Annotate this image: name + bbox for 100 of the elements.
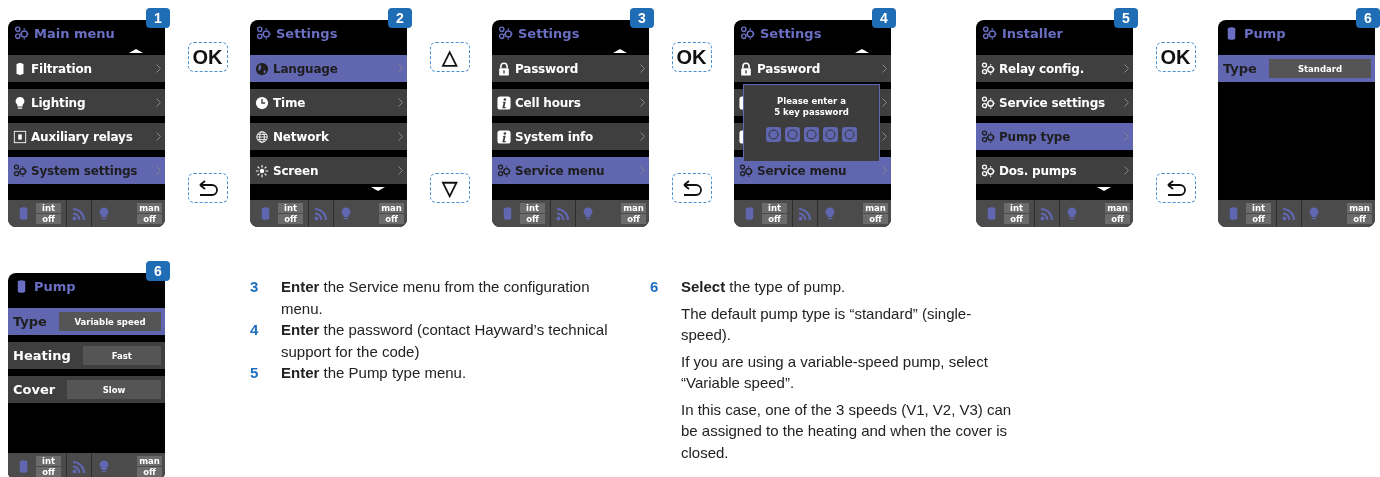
menu-row[interactable]: Auxiliary relays — [8, 123, 165, 150]
lock-icon — [739, 60, 753, 77]
state-label: off — [379, 214, 404, 224]
menu-row[interactable]: Screen — [250, 157, 407, 184]
chevron-icon — [398, 64, 403, 73]
chevron-icon — [640, 166, 645, 175]
menu-row[interactable]: Dos. pumps — [976, 157, 1133, 184]
mode-label: man — [1347, 203, 1372, 213]
wifi-icon — [72, 206, 86, 221]
mode-label: man — [137, 456, 162, 466]
screen-title: Settings — [760, 26, 822, 42]
menu-row[interactable]: Cell hours — [492, 89, 649, 116]
step-badge: 6 — [1356, 8, 1380, 28]
globe-icon — [255, 128, 269, 145]
step-number: 5 — [250, 363, 260, 383]
gears-icon — [497, 162, 511, 179]
back-button[interactable] — [671, 173, 712, 203]
mode-label: int — [762, 203, 787, 213]
chevron-icon — [1124, 166, 1129, 175]
step-badge: 1 — [146, 8, 170, 28]
mode-label: int — [278, 203, 303, 213]
step-badge: 6 — [146, 261, 170, 281]
menu-label: System info — [515, 129, 594, 144]
chevron-icon — [1124, 132, 1129, 141]
step-paragraph: If you are using a variable-speed pump, select “Variable speed”. — [681, 351, 989, 393]
state-label: off — [36, 467, 61, 477]
menu-label: System settings — [31, 163, 138, 178]
gears-icon — [739, 162, 753, 179]
step-text: Enter the Service menu from the configuration menu. — [281, 277, 591, 319]
setting-row[interactable]: Type Variable speed — [8, 308, 165, 335]
state-label: off — [1347, 214, 1372, 224]
chevron-icon — [640, 98, 645, 107]
screen-title: Settings — [276, 26, 338, 42]
mode-label: man — [1105, 203, 1130, 213]
screen-title: Settings — [518, 26, 580, 42]
state-label: off — [36, 214, 61, 224]
key-button[interactable]: OK — [1155, 42, 1196, 72]
mode-label: int — [1246, 203, 1271, 213]
menu-row[interactable]: System info — [492, 123, 649, 150]
setting-label: Type — [1223, 61, 1257, 76]
menu-row[interactable]: Lighting — [8, 89, 165, 116]
setting-value: Slow — [67, 380, 161, 399]
key-button[interactable]: OK — [671, 42, 712, 72]
back-button[interactable] — [1155, 173, 1196, 203]
setting-row[interactable]: Cover Slow — [8, 376, 165, 403]
chevron-icon — [156, 166, 161, 175]
menu-row[interactable]: Password — [492, 55, 649, 82]
password-slot[interactable] — [785, 127, 800, 142]
step-text: Enter the password (contact Hayward’s technical support for the code) — [281, 320, 609, 362]
dialog-text: 5 key password — [774, 106, 849, 117]
chevron-icon — [882, 98, 887, 107]
password-slot[interactable] — [804, 127, 819, 142]
menu-row[interactable]: Relay config. — [976, 55, 1133, 82]
menu-row[interactable]: Network — [250, 123, 407, 150]
gears-icon — [14, 26, 29, 41]
back-button[interactable] — [187, 173, 228, 203]
menu-row[interactable]: Filtration — [8, 55, 165, 82]
gears-icon — [981, 94, 995, 111]
setting-value: Variable speed — [58, 312, 161, 331]
chevron-icon — [640, 64, 645, 73]
wifi-icon — [1282, 206, 1296, 221]
password-slot[interactable] — [766, 127, 781, 142]
mode-label: int — [520, 203, 545, 213]
key-button[interactable]: ▽ — [429, 173, 470, 203]
setting-row[interactable]: Type Standard — [1218, 55, 1375, 82]
wifi-icon — [798, 206, 812, 221]
lock-icon — [497, 60, 511, 77]
setting-label: Type — [13, 314, 47, 329]
globe-icon — [255, 60, 269, 77]
menu-row[interactable]: Time — [250, 89, 407, 116]
menu-label: Service settings — [999, 95, 1105, 110]
step-paragraph: In this case, one of the 3 speeds (V1, V2, V3) can be assigned to the heating and when the cover is closed. — [681, 399, 1013, 463]
step-badge: 2 — [388, 8, 412, 28]
state-label: off — [1246, 214, 1271, 224]
password-slot[interactable] — [823, 127, 838, 142]
chevron-icon — [398, 166, 403, 175]
menu-label: Password — [757, 61, 821, 76]
key-button[interactable]: △ — [429, 42, 470, 72]
key-button[interactable]: OK — [187, 42, 228, 72]
menu-label: Cell hours — [515, 95, 581, 110]
chevron-icon — [640, 132, 645, 141]
menu-row[interactable]: Service settings — [976, 89, 1133, 116]
menu-label: Pump type — [999, 129, 1071, 144]
dialog-text: Please enter a — [777, 96, 846, 107]
password-slot[interactable] — [842, 127, 857, 142]
menu-label: Service menu — [515, 163, 605, 178]
info-icon — [497, 128, 511, 145]
state-label: off — [137, 467, 162, 477]
mode-label: man — [379, 203, 404, 213]
setting-row[interactable]: Heating Fast — [8, 342, 165, 369]
gears-icon — [981, 162, 995, 179]
step-badge: 4 — [872, 8, 896, 28]
state-label: off — [1105, 214, 1130, 224]
menu-row[interactable]: Password — [734, 55, 891, 82]
gears-icon — [981, 128, 995, 145]
chevron-icon — [1124, 98, 1129, 107]
step-text: Enter the Pump type menu. — [281, 363, 468, 383]
gears-icon — [982, 26, 997, 41]
menu-label: Auxiliary relays — [31, 129, 133, 144]
step-paragraph: The default pump type is “standard” (single-speed). — [681, 303, 973, 345]
